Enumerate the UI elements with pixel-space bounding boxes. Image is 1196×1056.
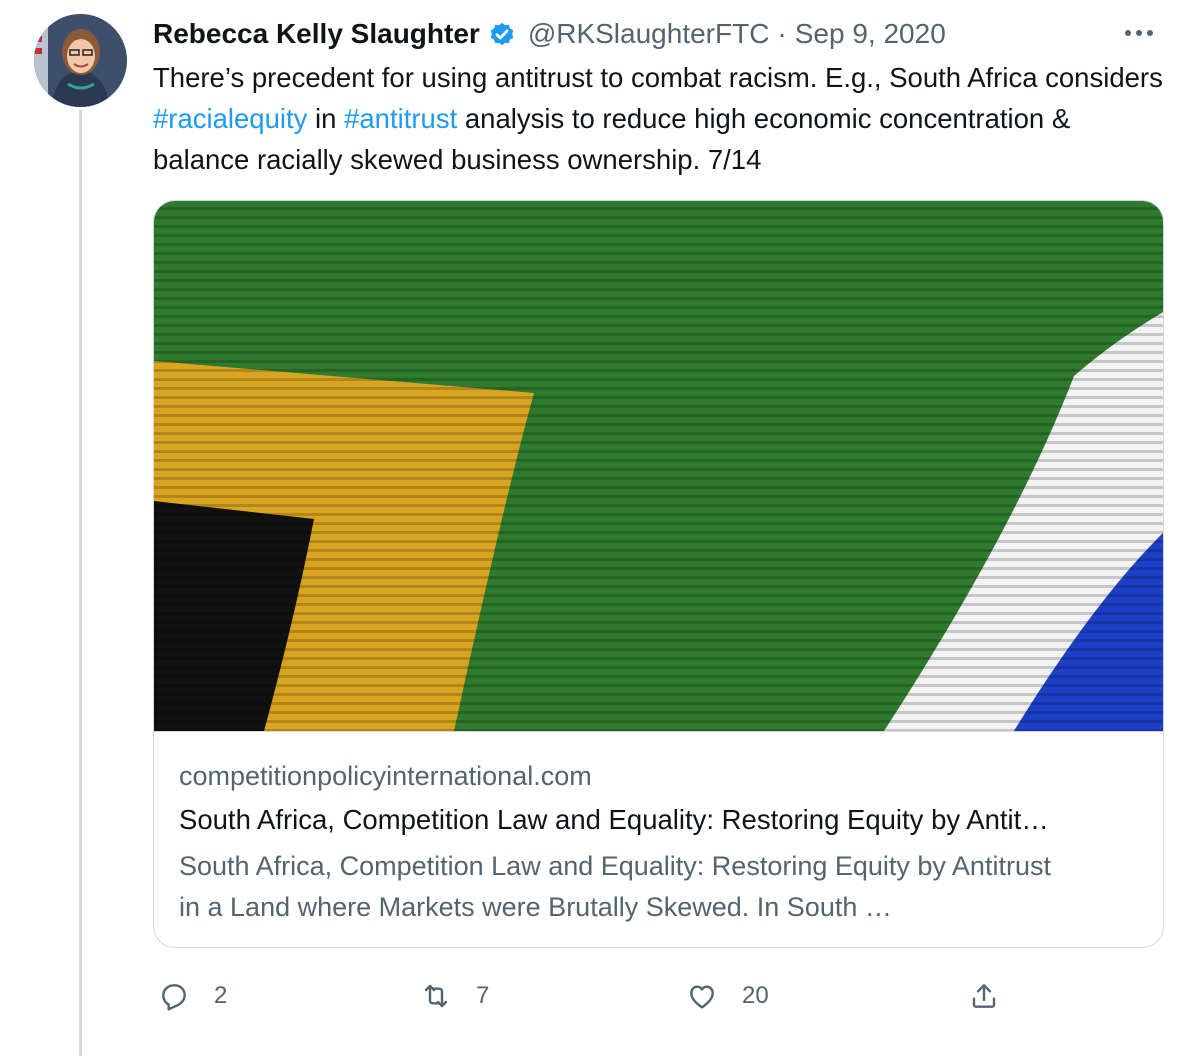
retweet-button[interactable]: 7: [420, 974, 489, 1018]
like-count: 20: [742, 982, 769, 1009]
card-title: South Africa, Competition Law and Equali…: [179, 804, 1049, 835]
card-description: South Africa, Competition Law and Equali…: [179, 851, 1051, 922]
thread-line: [79, 110, 82, 1056]
tweet-date[interactable]: Sep 9, 2020: [795, 18, 946, 50]
avatar-image: [34, 14, 127, 107]
more-dots-icon[interactable]: [1122, 18, 1156, 48]
card-image[interactable]: [154, 201, 1163, 732]
card-domain: competitionpolicyinternational.com: [179, 761, 592, 791]
hashtag-racialequity[interactable]: #racialequity: [153, 103, 307, 134]
author-name[interactable]: Rebecca Kelly Slaughter: [153, 18, 480, 50]
retweet-count: 7: [476, 982, 490, 1009]
tweet-text-part1: There’s precedent for using antitrust to…: [153, 62, 1163, 93]
reply-icon: [162, 984, 186, 1011]
share-icon: [972, 984, 996, 1008]
avatar[interactable]: [34, 14, 127, 107]
header-separator: ·: [777, 18, 787, 49]
tweet-text: There’s precedent for using antitrust to…: [153, 57, 1173, 180]
south-africa-flag-image: [154, 201, 1163, 731]
author-handle[interactable]: @RKSlaughterFTC: [528, 18, 770, 50]
reply-count: 2: [214, 982, 228, 1009]
tweet-header: Rebecca Kelly Slaughter @RKSlaughterFTC …: [153, 15, 946, 53]
tweet-actions: 2 7 20: [0, 974, 1196, 1018]
link-card[interactable]: competitionpolicyinternational.com South…: [153, 200, 1164, 948]
share-button[interactable]: [968, 974, 1000, 1018]
tweet-container[interactable]: Rebecca Kelly Slaughter @RKSlaughterFTC …: [0, 0, 1196, 1056]
like-button[interactable]: 20: [686, 974, 769, 1018]
verified-badge-icon: [487, 19, 517, 49]
heart-icon: [690, 985, 714, 1009]
hashtag-antitrust[interactable]: #antitrust: [344, 103, 457, 134]
reply-button[interactable]: 2: [158, 974, 227, 1018]
retweet-icon: [424, 984, 448, 1008]
tweet-text-part2: in: [307, 103, 345, 134]
